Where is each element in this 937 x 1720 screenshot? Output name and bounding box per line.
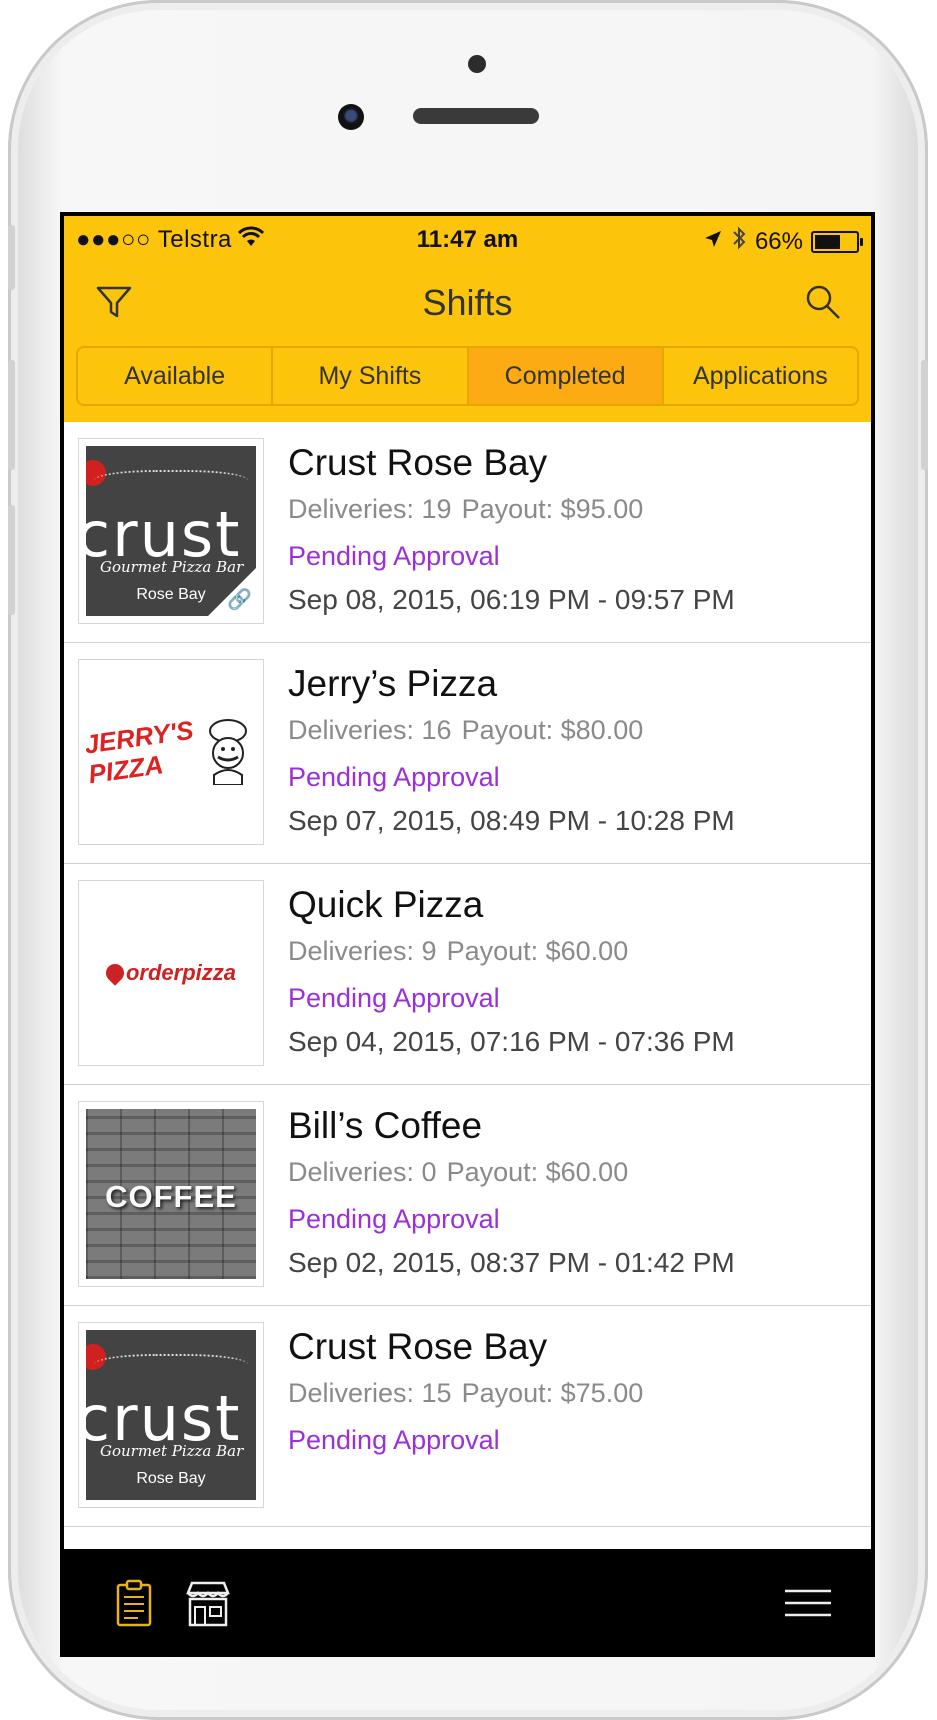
volume-down-button (8, 505, 15, 615)
clipboard-icon (116, 1579, 152, 1627)
screen: ●●●○○ Telstra 11:47 am 66% Shifts Availa… (60, 212, 875, 1657)
shift-name: Crust Rose Bay (288, 1326, 548, 1367)
menu-button[interactable] (783, 1585, 833, 1621)
status-right: 66% (703, 226, 863, 257)
search-button[interactable] (803, 282, 843, 322)
payout-amount: Payout: $60.00 (446, 1157, 629, 1187)
stores-tab[interactable] (182, 1577, 234, 1629)
shift-row[interactable]: orderpizza Quick Pizza Deliveries: 9 Payo… (64, 864, 871, 1085)
crust-logo: crust Gourmet Pizza Bar Rose Bay 🔗 (86, 446, 256, 616)
deliveries-count: Deliveries: 0 (288, 1157, 437, 1187)
bluetooth-icon (731, 226, 747, 257)
payout-amount: Payout: $60.00 (446, 936, 629, 966)
page-title: Shifts (422, 282, 513, 323)
deliveries-count: Deliveries: 9 (288, 936, 437, 966)
status-badge: Pending Approval (288, 983, 500, 1013)
jerrys-pizza-logo: JERRY'S PIZZA (86, 667, 256, 837)
search-icon (806, 285, 840, 319)
status-badge: Pending Approval (288, 1204, 500, 1234)
segmented-control: Available My Shifts Completed Applicatio… (76, 346, 859, 406)
chef-icon (208, 719, 247, 785)
earpiece-speaker (413, 108, 539, 124)
shift-name: Bill’s Coffee (288, 1105, 483, 1146)
payout-amount: Payout: $75.00 (461, 1378, 644, 1408)
shift-thumbnail: JERRY'S PIZZA (78, 659, 264, 845)
shift-row[interactable]: crust Gourmet Pizza Bar Rose Bay Crust R… (64, 1306, 871, 1527)
shifts-tab[interactable] (108, 1577, 160, 1629)
shift-name: Crust Rose Bay (288, 442, 548, 483)
coffee-logo: COFFEE (86, 1109, 256, 1279)
status-badge: Pending Approval (288, 1425, 500, 1455)
battery-percent: 66% (754, 227, 803, 255)
shift-thumbnail: crust Gourmet Pizza Bar Rose Bay (78, 1322, 264, 1508)
tab-available[interactable]: Available (78, 348, 274, 404)
deliveries-count: Deliveries: 15 (288, 1378, 452, 1408)
payout-amount: Payout: $80.00 (461, 715, 644, 745)
shift-list: crust Gourmet Pizza Bar Rose Bay 🔗 Crust… (64, 422, 871, 1527)
tab-bar (64, 1549, 871, 1653)
link-icon: 🔗 (227, 589, 252, 611)
deliveries-count: Deliveries: 19 (288, 494, 452, 524)
shift-name: Quick Pizza (288, 884, 484, 925)
tab-applications[interactable]: Applications (664, 348, 857, 404)
payout-amount: Payout: $95.00 (461, 494, 644, 524)
tab-my-shifts[interactable]: My Shifts (273, 348, 469, 404)
mute-switch (8, 225, 15, 290)
shift-dates: Sep 04, 2015, 07:16 PM - 07:36 PM (288, 1026, 735, 1057)
shift-thumbnail: orderpizza (78, 880, 264, 1066)
volume-up-button (8, 360, 15, 470)
front-camera (338, 104, 364, 130)
deliveries-count: Deliveries: 16 (288, 715, 452, 745)
header: ●●●○○ Telstra 11:47 am 66% Shifts Availa… (64, 216, 871, 442)
shift-row[interactable]: COFFEE Bill’s Coffee Deliveries: 0 Payout… (64, 1085, 871, 1306)
shift-dates: Sep 07, 2015, 08:49 PM - 10:28 PM (288, 805, 735, 836)
status-badge: Pending Approval (288, 541, 500, 571)
crust-logo: crust Gourmet Pizza Bar Rose Bay (86, 1330, 256, 1500)
shift-name: Jerry’s Pizza (288, 663, 498, 704)
shift-dates: Sep 08, 2015, 06:19 PM - 09:57 PM (288, 584, 735, 615)
battery-icon (811, 230, 863, 253)
tab-completed[interactable]: Completed (468, 348, 664, 404)
status-bar: ●●●○○ Telstra 11:47 am 66% (64, 216, 871, 260)
shift-row[interactable]: JERRY'S PIZZA Jerry’s Pizza Deliveries: 1… (64, 643, 871, 864)
proximity-sensor (468, 55, 486, 73)
app-screen: ●●●○○ Telstra 11:47 am 66% Shifts Availa… (64, 216, 871, 1653)
orderpizza-logo: orderpizza (86, 888, 256, 1058)
location-icon (703, 228, 723, 256)
power-button (921, 360, 928, 470)
shift-dates: Sep 02, 2015, 08:37 PM - 01:42 PM (288, 1247, 735, 1278)
shift-row[interactable]: crust Gourmet Pizza Bar Rose Bay 🔗 Crust… (64, 422, 871, 643)
nav-bar: Shifts (64, 262, 871, 342)
status-badge: Pending Approval (288, 762, 500, 792)
menu-icon (785, 1589, 831, 1617)
shift-thumbnail: COFFEE (78, 1101, 264, 1287)
shift-thumbnail: crust Gourmet Pizza Bar Rose Bay 🔗 (78, 438, 264, 624)
store-icon (186, 1581, 230, 1627)
